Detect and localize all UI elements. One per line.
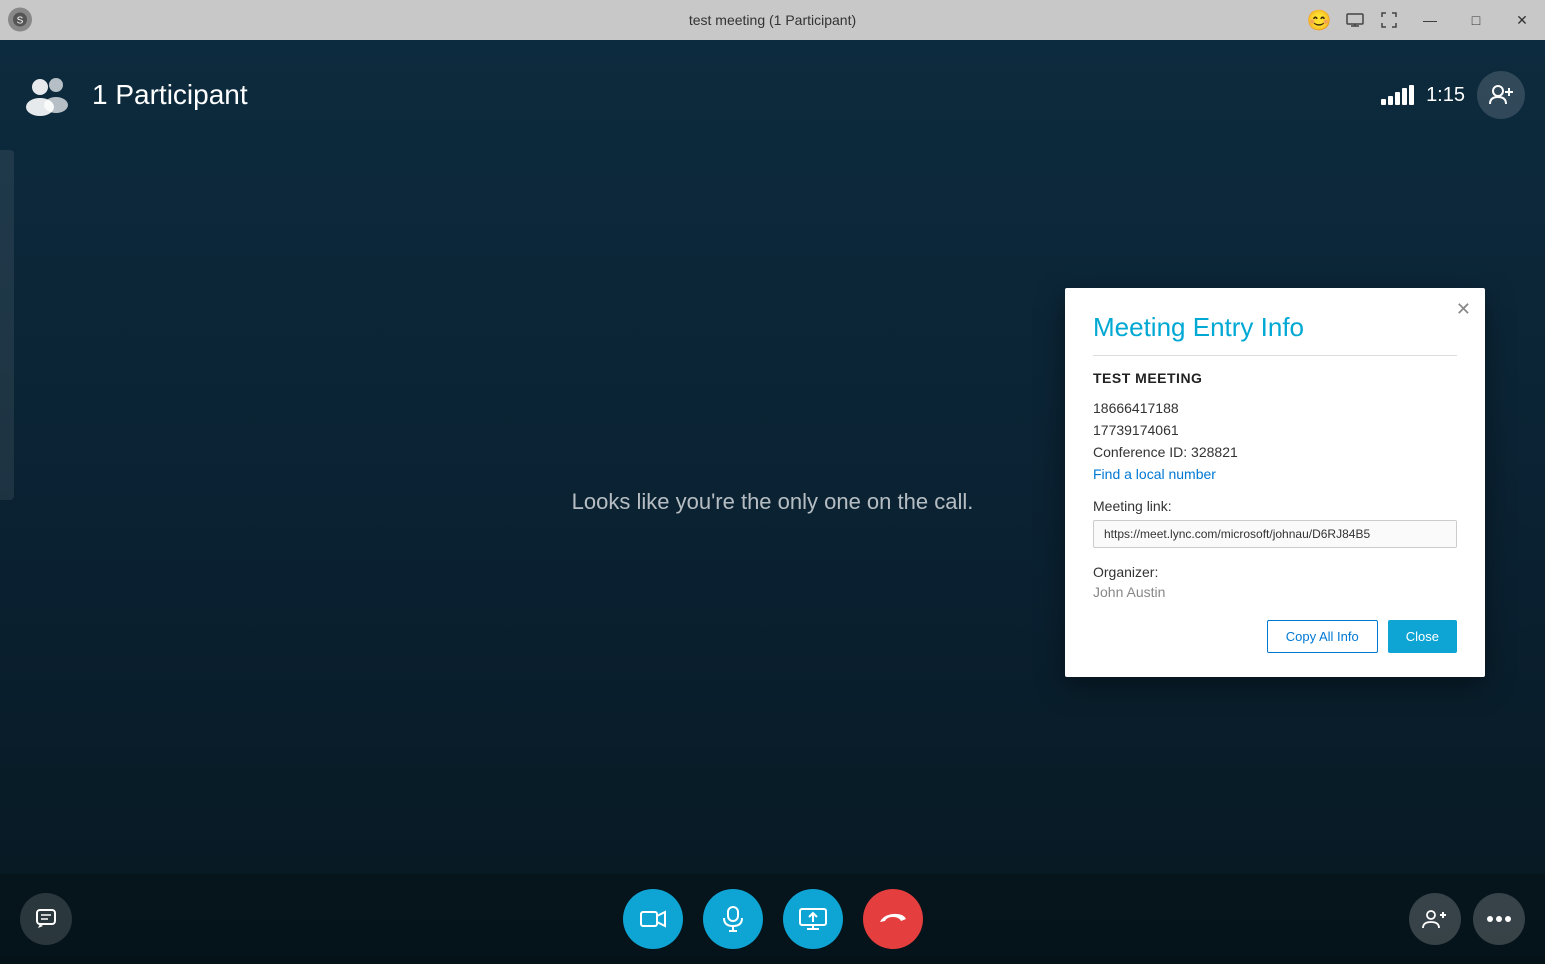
screen-share-icon[interactable] xyxy=(1339,4,1371,36)
signal-bars xyxy=(1381,85,1414,105)
bottom-right xyxy=(1409,893,1525,945)
close-button[interactable]: ✕ xyxy=(1499,0,1545,40)
manage-participants-button[interactable] xyxy=(1409,893,1461,945)
restore-button[interactable]: □ xyxy=(1453,0,1499,40)
participants-icon xyxy=(20,67,76,123)
minimize-button[interactable]: — xyxy=(1407,0,1453,40)
modal-footer: Copy All Info Close xyxy=(1093,620,1457,653)
screen-share-button[interactable] xyxy=(783,889,843,949)
title-bar: S test meeting (1 Participant) 😊 — □ ✕ xyxy=(0,0,1545,40)
hangup-button[interactable] xyxy=(863,889,923,949)
top-bar: 1 Participant 1:15 xyxy=(0,40,1545,150)
participant-count: 1 Participant xyxy=(92,79,248,111)
bottom-bar xyxy=(0,874,1545,964)
modal-close-btn-blue[interactable]: Close xyxy=(1388,620,1457,653)
bottom-left xyxy=(20,893,72,945)
meeting-link-label: Meeting link: xyxy=(1093,498,1457,514)
top-bar-right: 1:15 xyxy=(1381,71,1525,119)
copy-all-info-button[interactable]: Copy All Info xyxy=(1267,620,1378,653)
meeting-entry-info-modal: ✕ Meeting Entry Info TEST MEETING 186664… xyxy=(1065,288,1485,677)
title-bar-title: test meeting (1 Participant) xyxy=(689,12,856,28)
organizer-name: John Austin xyxy=(1093,584,1457,600)
call-timer: 1:15 xyxy=(1426,84,1465,107)
organizer-label: Organizer: xyxy=(1093,564,1457,580)
phone-number-1: 18666417188 xyxy=(1093,400,1457,416)
phone-number-2: 17739174061 xyxy=(1093,422,1457,438)
modal-divider xyxy=(1093,355,1457,356)
find-local-number-link[interactable]: Find a local number xyxy=(1093,466,1457,482)
more-options-button[interactable] xyxy=(1473,893,1525,945)
fullscreen-icon[interactable] xyxy=(1373,4,1405,36)
title-bar-controls: 😊 — □ ✕ xyxy=(1303,0,1545,40)
left-panel-strip xyxy=(0,150,14,500)
conference-id: Conference ID: 328821 xyxy=(1093,444,1457,460)
app-icon: S xyxy=(8,8,32,32)
modal-title: Meeting Entry Info xyxy=(1093,312,1457,343)
main-area: 1 Participant 1:15 Looks like you'r xyxy=(0,40,1545,964)
add-participant-button[interactable] xyxy=(1477,71,1525,119)
center-message: Looks like you're the only one on the ca… xyxy=(572,489,974,515)
participant-section: 1 Participant xyxy=(20,67,248,123)
svg-text:S: S xyxy=(17,16,24,27)
video-button[interactable] xyxy=(623,889,683,949)
emoji-status-button[interactable]: 😊 xyxy=(1303,4,1335,36)
modal-close-button[interactable]: ✕ xyxy=(1456,300,1471,318)
title-bar-app-icon: S xyxy=(8,8,32,33)
mic-button[interactable] xyxy=(703,889,763,949)
chat-button[interactable] xyxy=(20,893,72,945)
meeting-name: TEST MEETING xyxy=(1093,370,1457,386)
meeting-link-url: https://meet.lync.com/microsoft/johnau/D… xyxy=(1093,520,1457,548)
